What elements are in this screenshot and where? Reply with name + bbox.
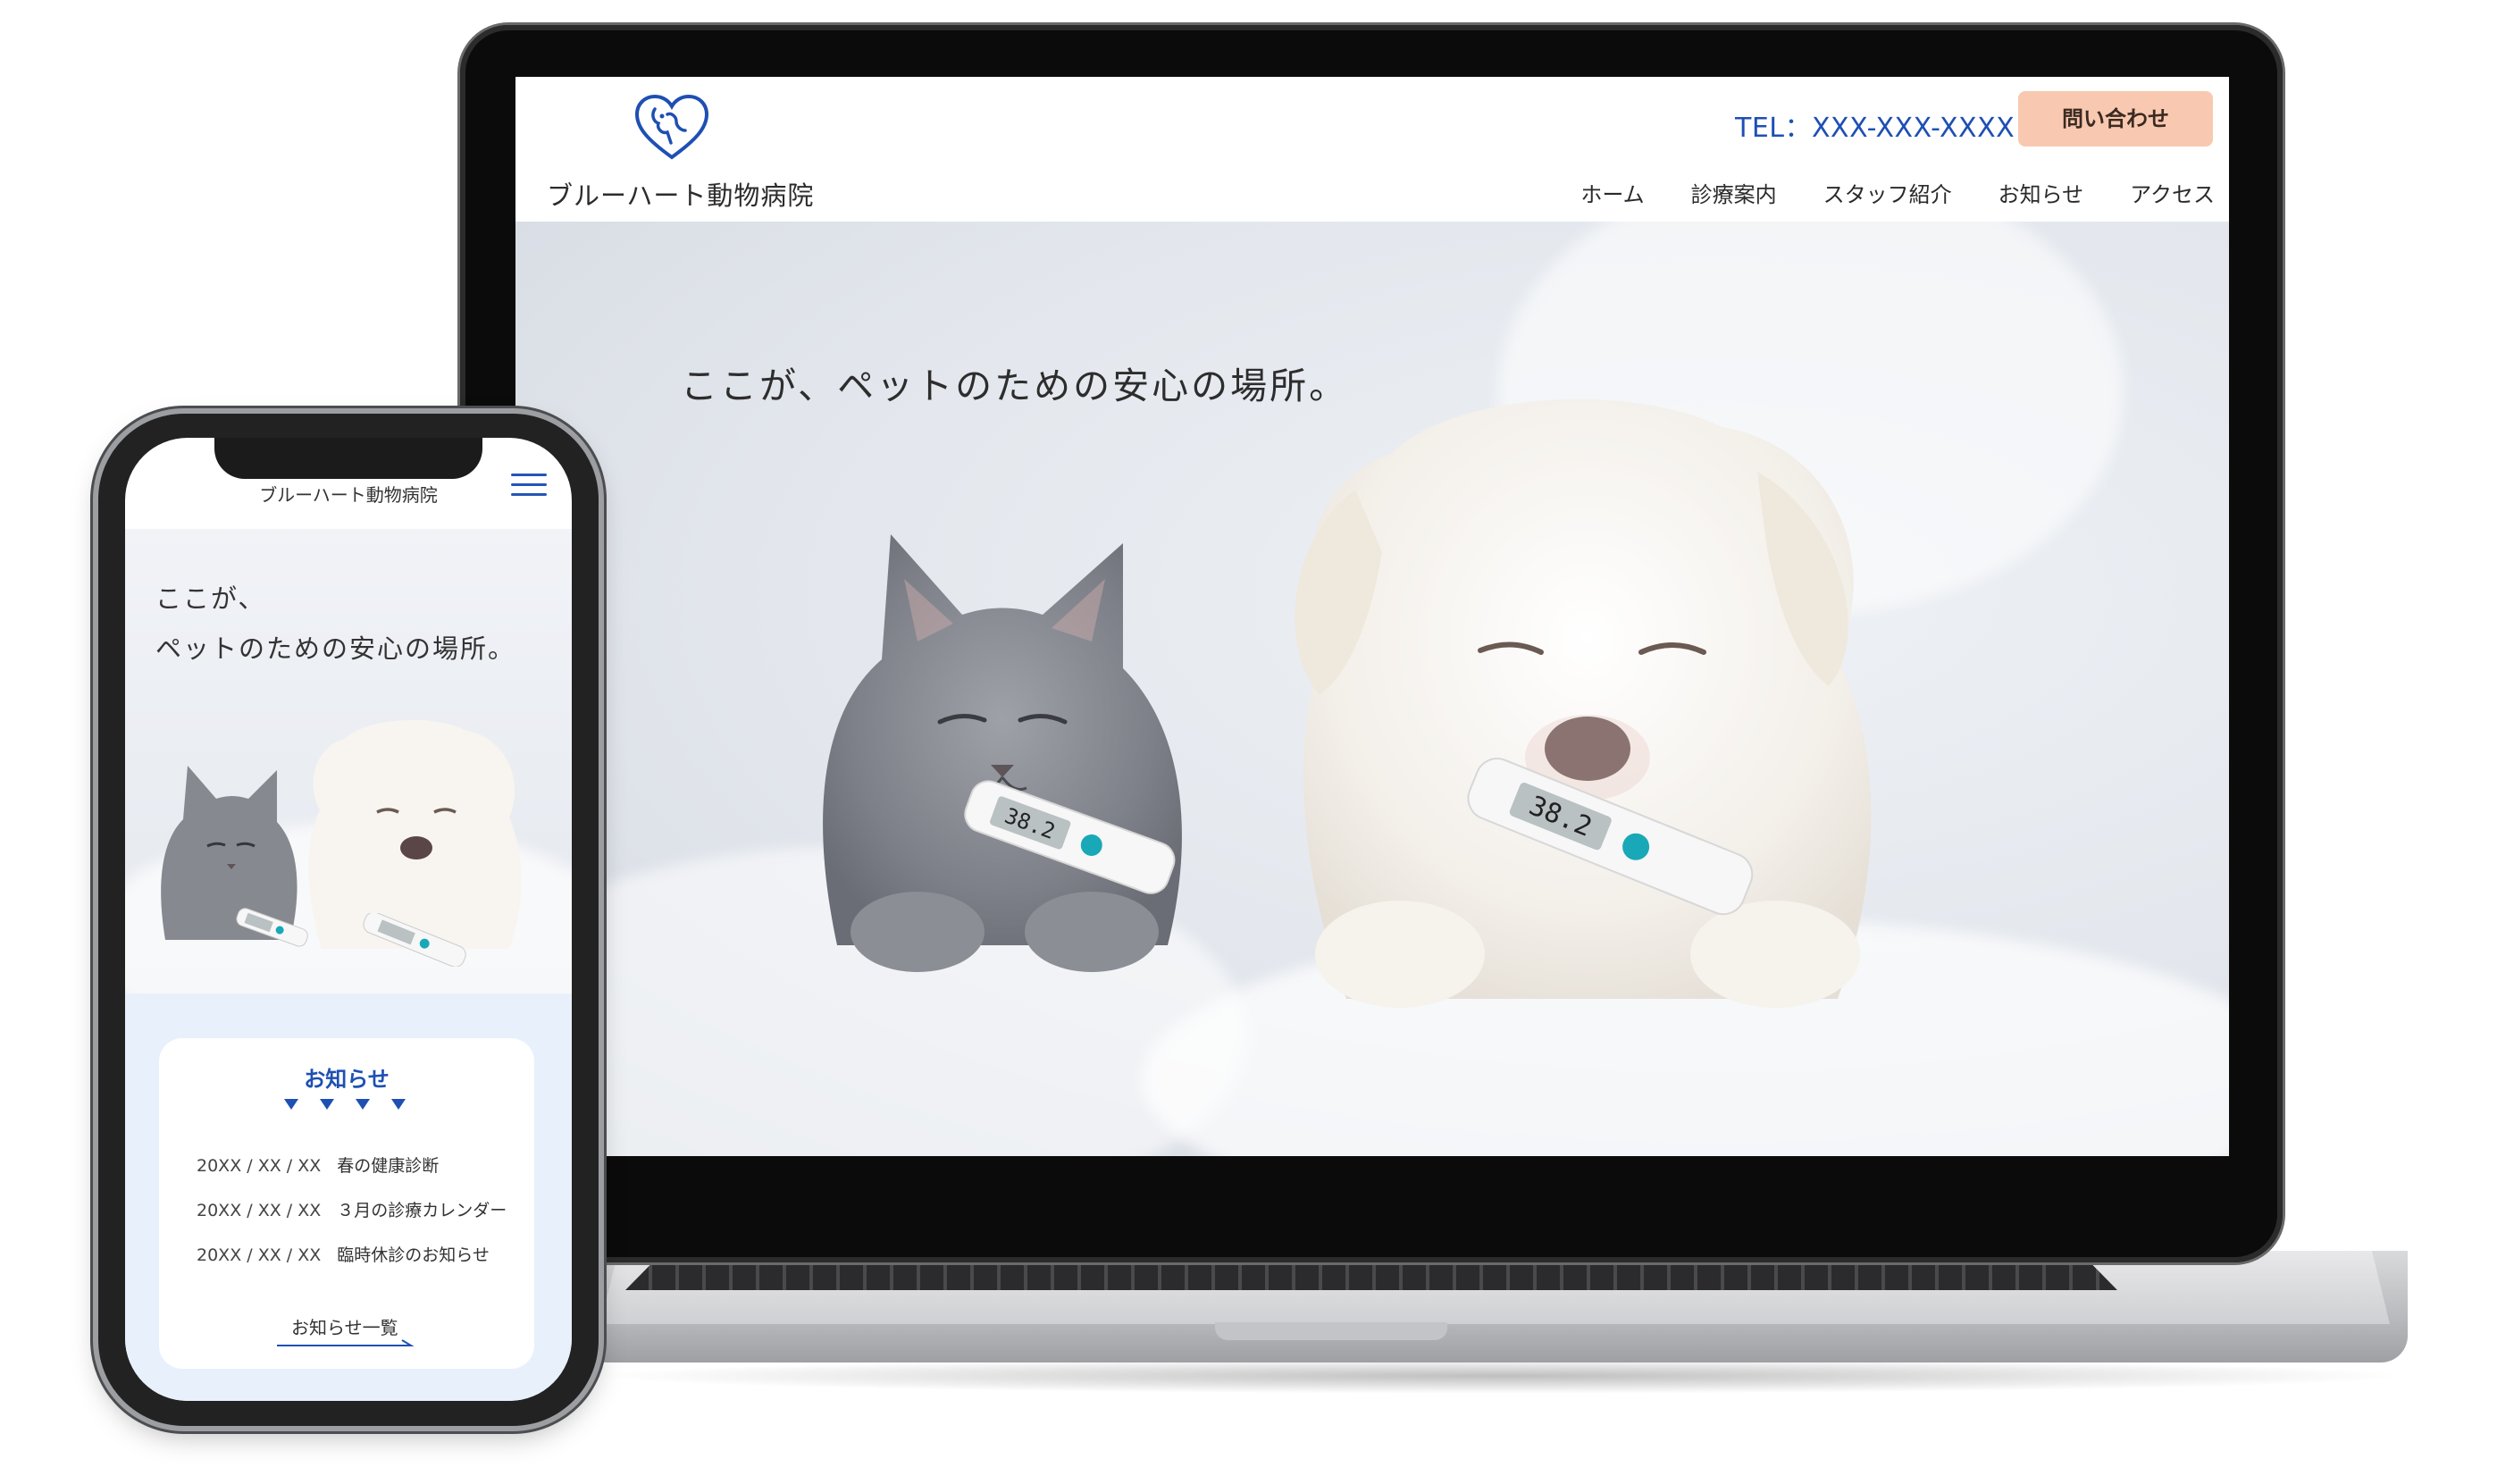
news-item[interactable]: 20XX / XX / XX ３月の診療カレンダー [197, 1197, 507, 1221]
phone-mute-switch [91, 572, 98, 613]
arrow-underline-icon [277, 1339, 415, 1346]
phone-volume-up [91, 652, 98, 733]
mobile-hero-tagline: ここが、 ペットのための安心の場所。 [155, 574, 515, 674]
triangle-divider-icon [284, 1099, 406, 1110]
news-text: 臨時休診のお知らせ [337, 1245, 490, 1265]
laptop-shadow [590, 1358, 2412, 1394]
news-list-link[interactable]: お知らせ一覧 [291, 1313, 398, 1339]
laptop-trackpad-notch [1215, 1322, 1447, 1340]
news-item[interactable]: 20XX / XX / XX 春の健康診断 [197, 1153, 439, 1177]
nav-item-news[interactable]: お知らせ [1999, 177, 2084, 208]
contact-button[interactable]: 問い合わせ [2018, 91, 2213, 147]
news-date: 20XX / XX / XX [197, 1245, 322, 1265]
nav-item-access[interactable]: アクセス [2130, 177, 2215, 208]
hero-section: 38.2 38.2 ここが、ペットのための安心の場所。 [515, 222, 2229, 1156]
hero-tagline: ここが、ペットのための安心の場所。 [681, 365, 1349, 407]
site-logo-text[interactable]: ブルーハート動物病院 [547, 175, 814, 213]
thermometer-icon [236, 908, 308, 947]
desktop-website: ブルーハート動物病院 TEL：XXX-XXX-XXXX 問い合わせ ホーム 診療… [515, 77, 2229, 1156]
hamburger-menu-icon[interactable] [511, 474, 547, 499]
mobile-website: ブルーハート動物病院 ここが、 ペットのための安心の場所。 お知らせ 20XX … [125, 438, 572, 1401]
thermometer-icon: 38.2 [1467, 758, 1754, 916]
thermometer-icon [363, 913, 466, 967]
nav-item-home[interactable]: ホーム [1580, 177, 1644, 208]
laptop-keyboard [625, 1260, 2117, 1290]
phone-volume-down [91, 750, 98, 831]
nav-item-staff[interactable]: スタッフ紹介 [1823, 177, 1952, 208]
mobile-hero-section: ここが、 ペットのための安心の場所。 [125, 529, 572, 994]
news-text: ３月の診療カレンダー [337, 1201, 507, 1220]
kitten-image [823, 534, 1182, 972]
news-card: お知らせ 20XX / XX / XX 春の健康診断 20XX / XX / XX… [159, 1038, 534, 1369]
tagline-line-2: ペットのための安心の場所。 [155, 633, 516, 664]
news-text: 春の健康診断 [337, 1156, 440, 1176]
phone-notch [214, 438, 482, 479]
news-title: お知らせ [304, 1067, 390, 1092]
news-item[interactable]: 20XX / XX / XX 臨時休診のお知らせ [197, 1242, 490, 1266]
site-header: ブルーハート動物病院 TEL：XXX-XXX-XXXX 問い合わせ ホーム 診療… [515, 77, 2229, 222]
phone-power-button [599, 679, 606, 795]
main-nav: ホーム 診療案内 スタッフ紹介 お知らせ アクセス [1534, 177, 2215, 208]
mobile-site-title[interactable]: ブルーハート動物病院 [125, 481, 572, 507]
heart-dog-logo-icon[interactable] [632, 91, 712, 163]
tagline-line-1: ここが、 [155, 583, 266, 614]
nav-item-services[interactable]: 診療案内 [1691, 177, 1777, 208]
news-date: 20XX / XX / XX [197, 1156, 322, 1176]
phone-number[interactable]: TEL：XXX-XXX-XXXX [1735, 105, 2015, 145]
news-date: 20XX / XX / XX [197, 1201, 322, 1220]
puppy-image [1295, 398, 1872, 1008]
thermometer-icon: 38.2 [964, 780, 1176, 894]
